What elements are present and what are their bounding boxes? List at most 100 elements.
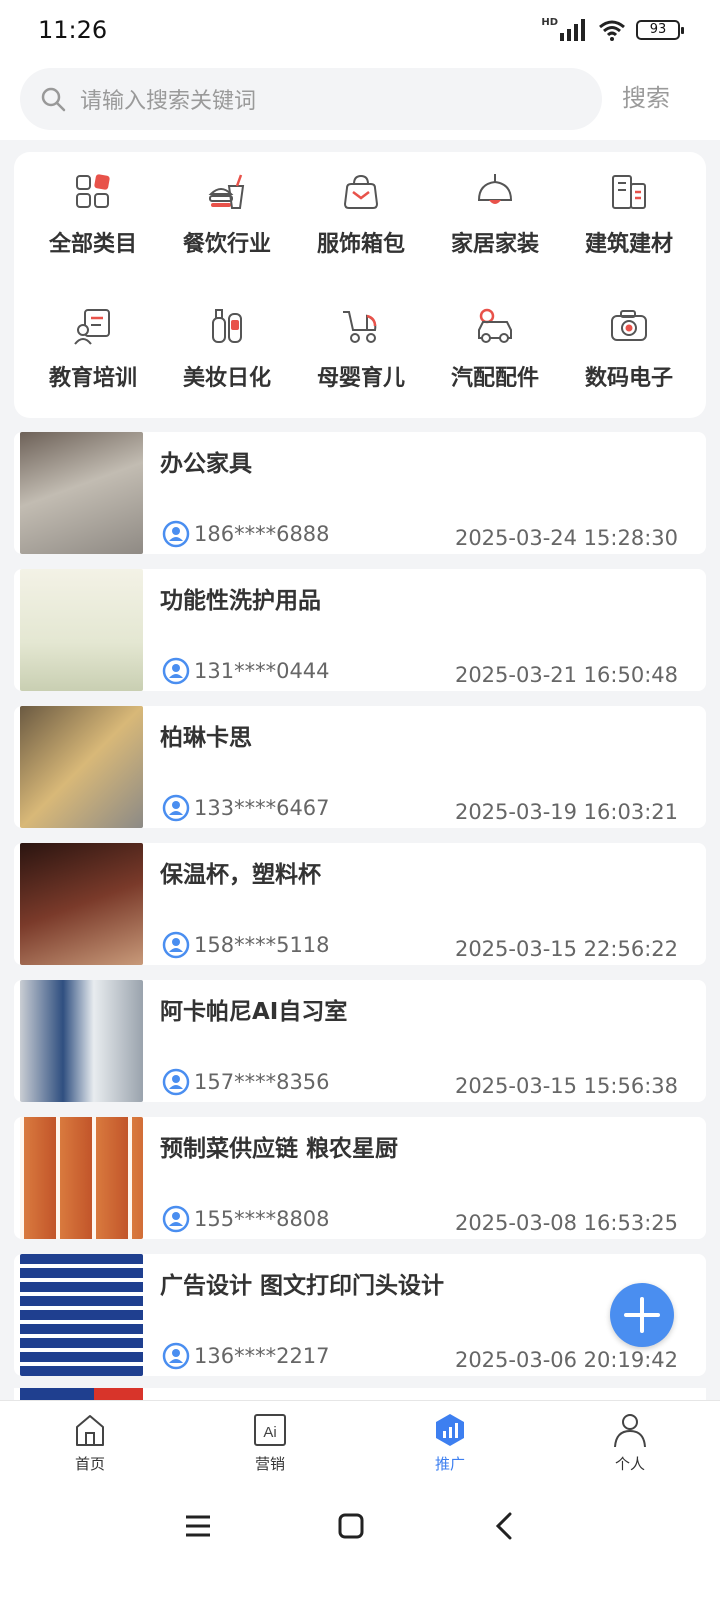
search-icon	[41, 87, 66, 112]
listing-title: 保温杯，塑料杯	[160, 862, 321, 888]
category-label: 建筑建材	[584, 232, 673, 257]
add-button[interactable]	[610, 1283, 674, 1347]
list-item[interactable]: 阿卡帕尼AI自习室 157****8356 2025-03-15 15:56:3…	[14, 980, 706, 1102]
category-food[interactable]: 餐饮行业	[160, 170, 294, 276]
cosmetics-icon	[212, 309, 242, 343]
listing-title: 阿卡帕尼AI自习室	[160, 999, 348, 1025]
listing-user: 186****6888	[162, 520, 330, 548]
category-baby[interactable]: 母婴育儿	[294, 304, 428, 410]
listing-date: 2025-03-08 16:53:25	[454, 1211, 678, 1235]
user-avatar-icon	[162, 520, 190, 548]
list-item[interactable]: 办公家具 186****6888 2025-03-24 15:28:30	[14, 432, 706, 554]
nav-item-promote[interactable]: 推广	[360, 1401, 540, 1488]
category-label: 全部类目	[48, 232, 137, 257]
nav-item-home[interactable]: 首页	[0, 1401, 180, 1488]
listing-title: 柏琳卡思	[160, 725, 252, 751]
category-label: 美妆日化	[182, 366, 271, 391]
category-panel: 全部类目 餐饮行业 服饰箱包 家居家装 建筑建材 教育培训 美妆日化 母婴育儿 …	[14, 152, 706, 418]
bottom-nav: 首页 Ai 营销 推广 个人	[0, 1400, 720, 1488]
search-placeholder: 请输入搜索关键词	[80, 89, 257, 114]
listing-user: 133****6467	[162, 794, 330, 822]
category-education[interactable]: 教育培训	[26, 304, 160, 410]
listing-thumbnail	[20, 1388, 143, 1400]
category-label: 餐饮行业	[182, 232, 271, 257]
category-grid: 全部类目 餐饮行业 服饰箱包 家居家装 建筑建材 教育培训 美妆日化 母婴育儿 …	[14, 170, 706, 410]
nav-item-marketing[interactable]: Ai 营销	[180, 1401, 360, 1488]
user-avatar-icon	[162, 1068, 190, 1096]
listing-date: 2025-03-06 20:19:42	[454, 1348, 678, 1372]
category-apparel[interactable]: 服饰箱包	[294, 170, 428, 276]
category-label: 母婴育儿	[316, 366, 405, 391]
home-square-icon[interactable]	[337, 1512, 365, 1540]
category-digital[interactable]: 数码电子	[562, 304, 696, 410]
listing-user: 157****8356	[162, 1068, 330, 1096]
system-nav-bar	[0, 1488, 720, 1600]
home-icon	[76, 1415, 104, 1446]
listing-date: 2025-03-19 16:03:21	[454, 800, 678, 824]
listing-thumbnail	[20, 843, 143, 965]
user-avatar-icon	[162, 1342, 190, 1370]
category-auto[interactable]: 汽配配件	[428, 304, 562, 410]
listing-title: 办公家具	[160, 451, 252, 477]
lamp-icon	[477, 174, 513, 204]
person-icon	[614, 1414, 646, 1448]
listing-phone: 158****5118	[194, 933, 330, 957]
listing-phone: 133****6467	[194, 796, 330, 820]
category-label: 数码电子	[584, 366, 673, 391]
status-icons: HD 93	[541, 16, 684, 44]
listing-list: 办公家具 186****6888 2025-03-24 15:28:30 功能性…	[14, 432, 706, 1391]
listing-thumbnail	[20, 569, 143, 691]
list-item-partial[interactable]	[14, 1388, 706, 1400]
camera-icon	[611, 310, 647, 341]
search-input[interactable]: 请输入搜索关键词	[20, 68, 602, 130]
listing-user: 136****2217	[162, 1342, 330, 1370]
listing-phone: 155****8808	[194, 1207, 330, 1231]
list-item[interactable]: 柏琳卡思 133****6467 2025-03-19 16:03:21	[14, 706, 706, 828]
nav-label: 推广	[434, 1455, 465, 1473]
menu-icon[interactable]	[184, 1512, 212, 1540]
search-button[interactable]: 搜索	[622, 78, 670, 113]
category-home[interactable]: 家居家装	[428, 170, 562, 276]
status-bar: 11:26 HD 93	[0, 0, 720, 60]
user-avatar-icon	[162, 794, 190, 822]
list-item[interactable]: 预制菜供应链 粮农星厨 155****8808 2025-03-08 16:53…	[14, 1117, 706, 1239]
list-item[interactable]: 功能性洗护用品 131****0444 2025-03-21 16:50:48	[14, 569, 706, 691]
nav-item-profile[interactable]: 个人	[540, 1401, 720, 1488]
bag-icon	[343, 174, 379, 209]
header: 请输入搜索关键词 搜索	[0, 60, 720, 140]
listing-title: 预制菜供应链 粮农星厨	[160, 1136, 399, 1162]
user-avatar-icon	[162, 931, 190, 959]
category-all[interactable]: 全部类目	[26, 170, 160, 276]
listing-user: 131****0444	[162, 657, 330, 685]
plus-icon	[624, 1297, 660, 1333]
category-cosmetics[interactable]: 美妆日化	[160, 304, 294, 410]
building-icon	[612, 175, 646, 209]
network-label: HD	[541, 16, 558, 28]
listing-title: 广告设计 图文打印门头设计	[160, 1273, 445, 1299]
list-item[interactable]: 保温杯，塑料杯 158****5118 2025-03-15 22:56:22	[14, 843, 706, 965]
listing-phone: 157****8356	[194, 1070, 330, 1094]
promote-chart-icon	[436, 1414, 464, 1446]
category-construction[interactable]: 建筑建材	[562, 170, 696, 276]
listing-date: 2025-03-15 22:56:22	[454, 937, 678, 961]
user-avatar-icon	[162, 657, 190, 685]
back-icon[interactable]	[490, 1512, 518, 1540]
education-icon	[74, 309, 110, 345]
wifi-icon	[599, 20, 625, 41]
listing-thumbnail	[20, 1254, 143, 1376]
listing-title: 功能性洗护用品	[160, 588, 321, 614]
nav-label: 首页	[74, 1455, 105, 1473]
food-drink-icon	[208, 174, 245, 209]
listing-phone: 131****0444	[194, 659, 330, 683]
listing-thumbnail	[20, 706, 143, 828]
car-icon	[478, 308, 512, 343]
listing-date: 2025-03-24 15:28:30	[454, 526, 678, 550]
listing-user: 155****8808	[162, 1205, 330, 1233]
category-label: 教育培训	[48, 366, 137, 391]
listing-thumbnail	[20, 432, 143, 554]
status-time: 11:26	[38, 16, 108, 44]
ai-icon: Ai	[254, 1414, 286, 1446]
grid-icon	[76, 174, 110, 208]
listing-thumbnail	[20, 1117, 143, 1239]
list-item[interactable]: 广告设计 图文打印门头设计 136****2217 2025-03-06 20:…	[14, 1254, 706, 1376]
